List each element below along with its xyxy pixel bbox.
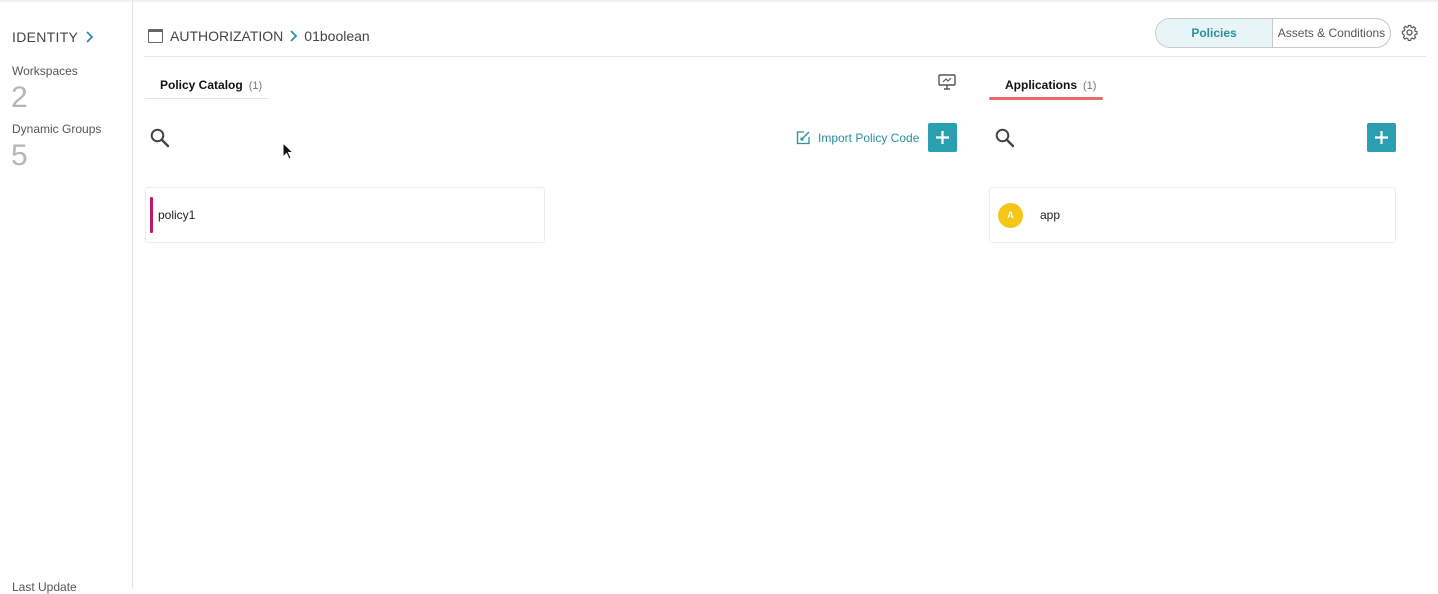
policies-toggle-button[interactable]: Policies [1156,19,1273,47]
last-update-label: Last Update [12,580,77,594]
edit-import-icon [796,131,810,145]
breadcrumb: AUTHORIZATION 01boolean [148,28,370,44]
dynamic-groups-label: Dynamic Groups [12,122,102,136]
application-name: app [1040,208,1061,222]
view-toggle: Policies Assets & Conditions [1155,18,1391,48]
search-icon[interactable] [995,128,1015,148]
plus-icon [1375,131,1388,144]
plus-icon [936,131,949,144]
import-policy-code-button[interactable]: Import Policy Code [796,130,919,145]
tab-policy-catalog-label: Policy Catalog [160,78,243,92]
breadcrumb-current: 01boolean [304,28,370,44]
import-policy-code-label: Import Policy Code [818,130,920,145]
tab-applications-count: (1) [1083,80,1097,92]
tab-underline [145,98,268,99]
identity-nav[interactable]: IDENTITY [12,29,94,45]
window-icon [148,29,163,43]
cursor-icon [282,142,294,160]
policy-name: policy1 [158,208,196,222]
workspaces-count[interactable]: 2 [11,81,28,115]
list-item[interactable]: policy1 [145,187,545,243]
tab-policy-catalog[interactable]: Policy Catalog (1) [160,78,262,92]
search-icon[interactable] [150,128,170,148]
tab-applications-label: Applications [1005,78,1078,92]
gear-icon[interactable] [1401,24,1418,41]
workspaces-label: Workspaces [12,64,78,78]
avatar: A [998,202,1023,228]
assets-conditions-toggle-button[interactable]: Assets & Conditions [1273,19,1390,47]
policy-marker [150,197,153,233]
dynamic-groups-count[interactable]: 5 [11,139,28,173]
tab-policy-catalog-count: (1) [248,80,263,92]
identity-sidebar: IDENTITY Workspaces 2 Dynamic Groups 5 L… [0,0,133,594]
active-tab-underline [989,97,1103,100]
add-policy-button[interactable] [928,123,957,152]
top-border [0,0,1438,2]
identity-title: IDENTITY [12,29,79,45]
add-application-button[interactable] [1367,123,1396,152]
header-divider [144,56,1426,57]
breadcrumb-authorization[interactable]: AUTHORIZATION [170,28,283,44]
chevron-right-icon [86,31,94,43]
monitor-icon[interactable] [938,74,956,90]
tab-applications[interactable]: Applications (1) [1005,78,1096,92]
list-item[interactable]: A app [989,187,1396,243]
chevron-right-icon [290,30,298,42]
